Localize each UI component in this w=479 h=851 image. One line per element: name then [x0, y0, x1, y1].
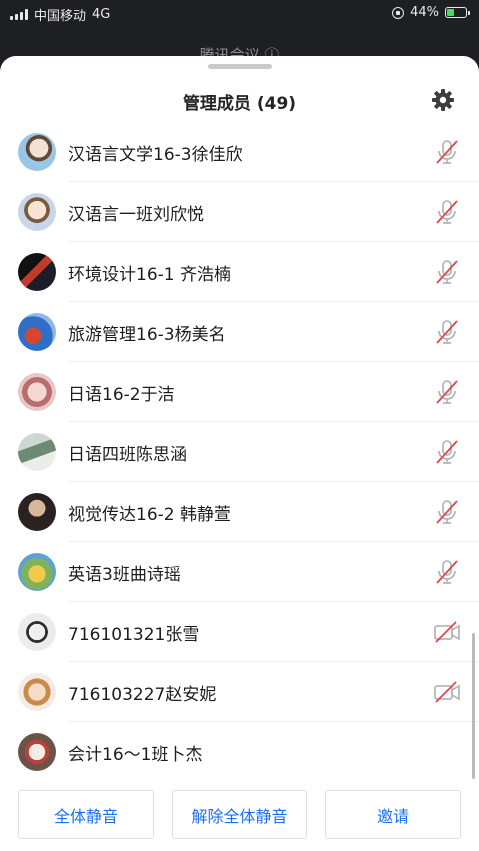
orientation-lock-icon	[392, 6, 405, 19]
member-name: 英语3班曲诗瑶	[68, 565, 181, 585]
sheet-grabber[interactable]	[208, 64, 272, 69]
member-name: 视觉传达16-2 韩静萱	[68, 505, 231, 525]
member-row[interactable]: 环境设计16-1 齐浩楠	[0, 242, 479, 302]
mute-all-button[interactable]: 全体静音	[18, 790, 154, 839]
member-name: 汉语言一班刘欣悦	[68, 205, 204, 225]
member-name: 汉语言文学16-3徐佳欣	[68, 145, 243, 165]
action-bar: 全体静音 解除全体静音 邀请	[0, 790, 479, 841]
member-row[interactable]: 716103227赵安妮	[0, 662, 479, 722]
sheet-header: 管理成员 (49)	[0, 78, 479, 122]
signal-icon	[10, 9, 28, 20]
member-name: 716103227赵安妮	[68, 685, 217, 705]
member-name: 会计16～1班卜杰	[68, 745, 203, 765]
avatar	[18, 493, 56, 531]
avatar	[18, 433, 56, 471]
member-row[interactable]: 汉语言一班刘欣悦	[0, 182, 479, 242]
member-name: 旅游管理16-3杨美名	[68, 325, 226, 345]
avatar	[18, 673, 56, 711]
mic-muted-icon[interactable]	[433, 439, 461, 465]
video-off-icon[interactable]	[433, 619, 461, 645]
carrier-label: 中国移动	[34, 9, 87, 24]
network-label: 4G	[92, 7, 111, 22]
video-off-icon[interactable]	[433, 679, 461, 705]
mic-muted-icon[interactable]	[433, 559, 461, 585]
member-name: 日语四班陈思涵	[68, 445, 187, 465]
status-left: 中国移动 4G	[10, 5, 110, 24]
avatar	[18, 733, 56, 771]
member-row[interactable]: 会计16～1班卜杰	[0, 722, 479, 780]
member-row[interactable]: 日语四班陈思涵	[0, 422, 479, 482]
unmute-all-button[interactable]: 解除全体静音	[172, 790, 307, 839]
avatar	[18, 553, 56, 591]
avatar	[18, 193, 56, 231]
mic-muted-icon[interactable]	[433, 379, 461, 405]
battery-icon	[445, 7, 470, 18]
mic-muted-icon[interactable]	[433, 259, 461, 285]
avatar	[18, 253, 56, 291]
member-row[interactable]: 旅游管理16-3杨美名	[0, 302, 479, 362]
member-row[interactable]: 716101321张雪	[0, 602, 479, 662]
gear-icon[interactable]	[431, 88, 455, 112]
avatar	[18, 613, 56, 651]
mic-muted-icon[interactable]	[433, 139, 461, 165]
manage-members-sheet: 管理成员 (49) 汉语言文学16-3徐佳欣 汉语言一班刘欣悦环境设计16-1 齐…	[0, 56, 479, 851]
member-name: 日语16-2于洁	[68, 385, 175, 405]
status-right: 44%	[392, 5, 470, 20]
mic-muted-icon[interactable]	[433, 319, 461, 345]
battery-percent: 44%	[410, 5, 439, 20]
member-row[interactable]: 日语16-2于洁	[0, 362, 479, 422]
member-name: 环境设计16-1 齐浩楠	[68, 265, 231, 285]
mic-muted-icon[interactable]	[433, 199, 461, 225]
avatar	[18, 313, 56, 351]
battery-fill	[447, 9, 454, 16]
member-row[interactable]: 汉语言文学16-3徐佳欣	[0, 122, 479, 182]
scrollbar[interactable]	[472, 633, 475, 779]
sheet-title: 管理成员 (49)	[182, 94, 297, 114]
invite-button[interactable]: 邀请	[325, 790, 461, 839]
avatar	[18, 133, 56, 171]
member-list[interactable]: 汉语言文学16-3徐佳欣 汉语言一班刘欣悦环境设计16-1 齐浩楠 旅游管理16-3…	[0, 122, 479, 780]
member-name: 716101321张雪	[68, 625, 200, 645]
mic-muted-icon[interactable]	[433, 499, 461, 525]
member-row[interactable]: 英语3班曲诗瑶	[0, 542, 479, 602]
status-bar: 中国移动 4G 44%	[0, 0, 479, 26]
member-row[interactable]: 视觉传达16-2 韩静萱	[0, 482, 479, 542]
avatar	[18, 373, 56, 411]
